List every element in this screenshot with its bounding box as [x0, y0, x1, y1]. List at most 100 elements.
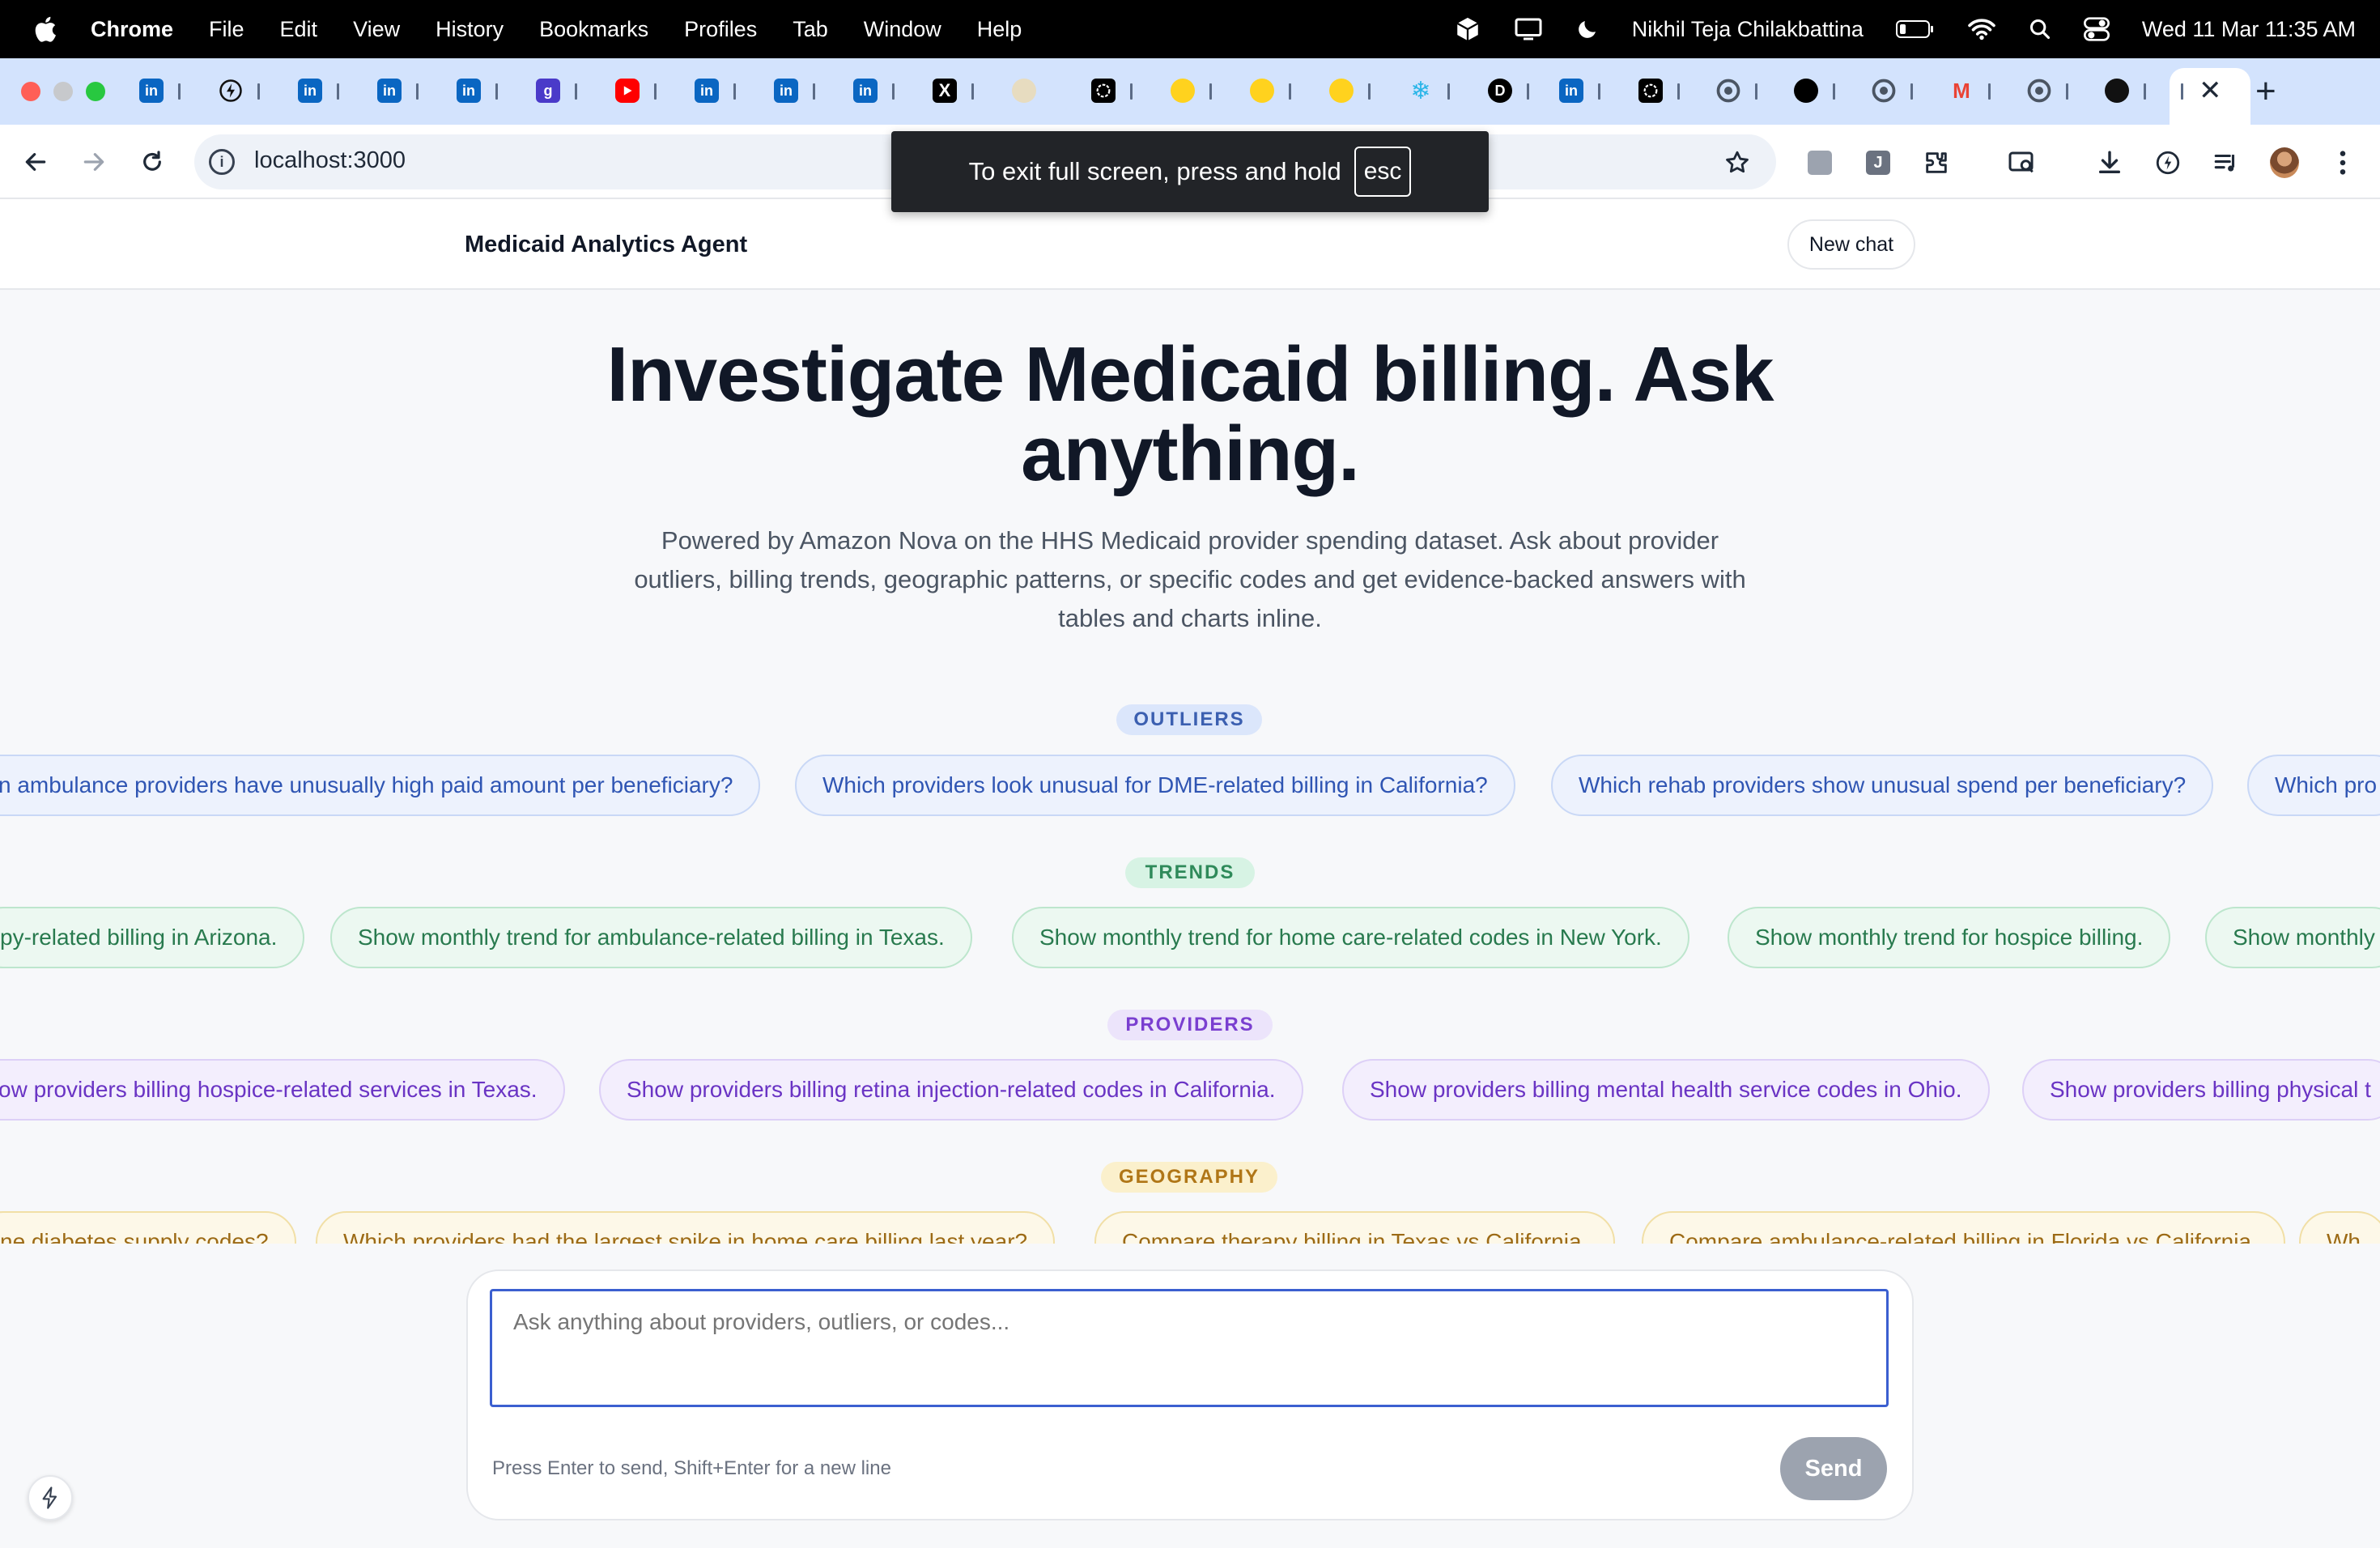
openai-tab-icon[interactable] [1638, 79, 1663, 103]
linkedin-tab-icon[interactable]: in [1559, 79, 1583, 103]
linkedin-tab-icon[interactable]: in [298, 79, 322, 103]
linkedin-tab-icon[interactable]: in [457, 79, 481, 103]
suggestion-pill-geography[interactable]: Compare ambulance-related billing in Flo… [1642, 1211, 2285, 1244]
tab-separator [813, 83, 815, 100]
suggestion-pill-trends[interactable]: Show monthly trend for ambulance-related… [330, 907, 972, 968]
media-controls-icon[interactable] [2212, 148, 2241, 177]
wifi-icon[interactable] [1967, 18, 1996, 40]
huggingface-tab-icon[interactable] [1329, 79, 1354, 103]
esc-key-badge: esc [1354, 147, 1412, 197]
hero-subtitle-line3: tables and charts inline. [1058, 604, 1322, 632]
linkedin-tab-icon[interactable]: in [139, 79, 164, 103]
menu-tab[interactable]: Tab [793, 17, 828, 42]
site-info-icon[interactable]: i [209, 149, 235, 175]
reload-icon[interactable] [136, 146, 168, 178]
menu-app-name[interactable]: Chrome [91, 17, 173, 42]
menu-help[interactable]: Help [977, 17, 1022, 42]
huggingface-tab-icon[interactable] [1171, 79, 1195, 103]
menu-file[interactable]: File [209, 17, 244, 42]
window-minimize-button[interactable] [53, 82, 73, 101]
suggestion-pill-trends[interactable]: Show monthly trend for home care-related… [1012, 907, 1689, 968]
tab-separator [1910, 83, 1913, 100]
extension-pencil-icon[interactable] [1805, 148, 1834, 177]
grammarly-tab-icon[interactable]: g [536, 79, 560, 103]
display-icon[interactable] [1514, 16, 1543, 42]
focus-moon-icon[interactable] [1575, 17, 1600, 41]
download-icon[interactable] [2095, 148, 2124, 177]
chrome-tab-icon[interactable] [1872, 79, 1896, 103]
gmail-tab-icon[interactable]: M [1949, 79, 1974, 103]
menu-view[interactable]: View [353, 17, 400, 42]
d-app-tab-icon[interactable]: D [1488, 79, 1512, 103]
address-bar-url[interactable]: localhost:3000 [254, 147, 406, 174]
chrome-tab-icon[interactable] [1716, 79, 1740, 103]
tab-separator [1598, 83, 1600, 100]
suggestion-pill-trends[interactable]: Show monthly [2205, 907, 2380, 968]
suggestion-pill-providers[interactable]: ow providers billing hospice-related ser… [0, 1059, 565, 1121]
suggestion-pill-providers[interactable]: Show providers billing mental health ser… [1342, 1059, 1990, 1121]
perplexity-tab-icon[interactable] [1794, 79, 1818, 103]
suggestion-row-outliers: n ambulance providers have unusually hig… [0, 755, 2380, 819]
suggestion-pill-geography[interactable]: Wh [2299, 1211, 2380, 1244]
suggestion-pill-geography[interactable]: ne diabetes supply codes? [0, 1211, 296, 1244]
tab-separator [1289, 83, 1291, 100]
profile-avatar[interactable] [2270, 147, 2299, 178]
tab-search-icon[interactable] [2008, 148, 2037, 177]
shell-tab-icon[interactable] [1012, 79, 1036, 103]
menu-bookmarks[interactable]: Bookmarks [539, 17, 648, 42]
hero-subtitle-line1: Powered by Amazon Nova on the HHS Medica… [661, 526, 1719, 555]
window-close-button[interactable] [21, 82, 40, 101]
linkedin-tab-icon[interactable]: in [377, 79, 402, 103]
battery-icon[interactable] [1895, 19, 1935, 39]
suggestion-pill-providers[interactable]: Show providers billing physical t [2022, 1059, 2380, 1121]
linkedin-tab-icon[interactable]: in [853, 79, 878, 103]
suggestion-pill-trends[interactable]: py-related billing in Arizona. [0, 907, 305, 968]
new-chat-button[interactable]: New chat [1787, 219, 1915, 270]
suggestion-pill-geography[interactable]: Which providers had the largest spike in… [316, 1211, 1056, 1244]
tab-close-icon[interactable]: ✕ [2199, 77, 2222, 104]
window-zoom-button[interactable] [86, 82, 105, 101]
dev-tools-bolt-icon[interactable] [28, 1475, 73, 1520]
extensions-puzzle-icon[interactable] [1922, 148, 1951, 177]
chrome-menu-icon[interactable] [2328, 148, 2357, 177]
box-status-icon[interactable] [1454, 15, 1481, 43]
linkedin-tab-icon[interactable]: in [695, 79, 719, 103]
suggestion-pill-outliers[interactable]: Which providers look unusual for DME-rel… [795, 755, 1515, 816]
bookmark-star-icon[interactable] [1723, 148, 1752, 177]
suggestion-pill-outliers[interactable]: n ambulance providers have unusually hig… [0, 755, 761, 816]
menubar-user-name[interactable]: Nikhil Teja Chilakbattina [1632, 17, 1864, 42]
hero-subtitle: Powered by Amazon Nova on the HHS Medica… [567, 521, 1813, 638]
tab-separator [1368, 83, 1371, 100]
tab-separator [2144, 83, 2146, 100]
x-tab-icon[interactable]: X [933, 79, 957, 103]
new-tab-plus-icon[interactable]: + [2255, 71, 2276, 112]
menu-history[interactable]: History [436, 17, 504, 42]
huggingface-tab-icon[interactable] [1250, 79, 1274, 103]
menu-window[interactable]: Window [864, 17, 941, 42]
apple-icon[interactable] [31, 15, 58, 44]
suggestion-pill-outliers[interactable]: Which pro [2247, 755, 2380, 816]
snowflake-tab-icon[interactable]: ❄ [1409, 78, 1433, 104]
youtube-tab-icon[interactable] [615, 79, 640, 103]
openai-tab-icon[interactable] [1091, 79, 1116, 103]
chat-input[interactable] [490, 1289, 1889, 1407]
github-tab-icon[interactable] [2105, 79, 2129, 103]
back-arrow-icon[interactable] [19, 146, 52, 178]
chrome-tab-icon[interactable] [2027, 79, 2051, 103]
menu-profiles[interactable]: Profiles [684, 17, 757, 42]
send-button[interactable]: Send [1780, 1437, 1887, 1500]
extension-j-icon[interactable]: J [1864, 148, 1893, 177]
suggestion-pill-providers[interactable]: Show providers billing retina injection-… [599, 1059, 1303, 1121]
performance-icon[interactable] [2153, 148, 2182, 177]
app-brand[interactable]: Medicaid Analytics Agent [465, 232, 747, 258]
spotlight-search-icon[interactable] [2029, 18, 2051, 40]
suggestion-pill-outliers[interactable]: Which rehab providers show unusual spend… [1551, 755, 2214, 816]
suggestion-pill-geography[interactable]: Compare therapy billing in Texas vs Cali… [1094, 1211, 1616, 1244]
bolt-tab-icon[interactable] [219, 79, 243, 103]
linkedin-tab-icon[interactable]: in [774, 79, 798, 103]
forward-arrow-icon[interactable] [78, 146, 110, 178]
suggestion-pill-trends[interactable]: Show monthly trend for hospice billing. [1728, 907, 2171, 968]
control-center-icon[interactable] [2083, 17, 2110, 41]
menu-edit[interactable]: Edit [280, 17, 318, 42]
menubar-clock[interactable]: Wed 11 Mar 11:35 AM [2142, 17, 2356, 42]
